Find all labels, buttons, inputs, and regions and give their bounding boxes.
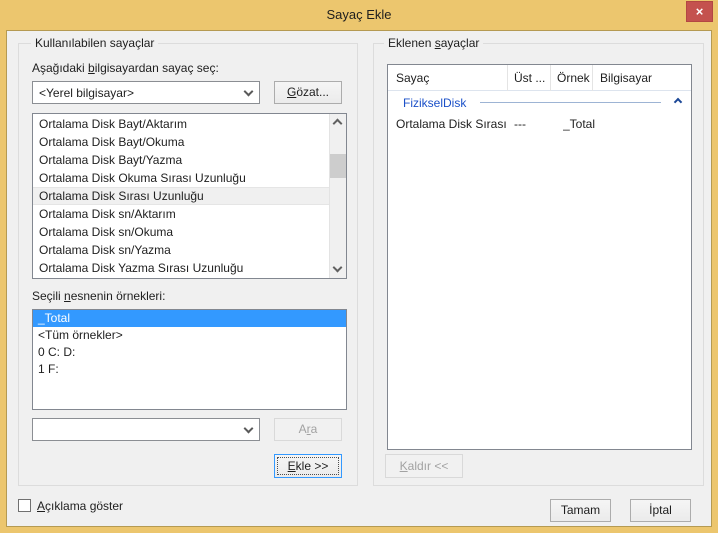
group-name[interactable]: FizikselDisk bbox=[403, 96, 466, 110]
instances-listbox[interactable]: _Total <Tüm örnekler> 0 C: D: 1 F: bbox=[32, 309, 347, 410]
scrollbar[interactable] bbox=[329, 114, 346, 278]
counter-listbox[interactable]: Ortalama Disk Bayt/Aktarım Ortalama Disk… bbox=[32, 113, 347, 279]
dialog-title: Sayaç Ekle bbox=[0, 7, 718, 22]
list-item[interactable]: Ortalama Disk Bayt/Okuma bbox=[33, 133, 329, 151]
table-group-row[interactable]: FizikselDisk bbox=[388, 91, 691, 115]
cell-counter: Ortalama Disk Sırası ... bbox=[396, 117, 506, 131]
titlebar[interactable]: Sayaç Ekle × bbox=[0, 0, 718, 30]
ok-button[interactable]: Tamam bbox=[550, 499, 611, 522]
chevron-down-icon[interactable] bbox=[240, 82, 259, 103]
list-item-selected[interactable]: _Total bbox=[33, 310, 346, 327]
close-button[interactable]: × bbox=[686, 1, 713, 22]
list-item[interactable]: Ortalama Disk Yazma Sırası Uzunluğu bbox=[33, 259, 329, 277]
instances-label: Seçili nesnenin örnekleri: bbox=[32, 289, 165, 303]
column-header-parent[interactable]: Üst ... bbox=[508, 65, 551, 91]
added-counters-group: Eklenen sayaçlar Sayaç Üst ... Örnek Bil… bbox=[373, 43, 704, 486]
show-description-checkbox[interactable] bbox=[18, 499, 31, 512]
instance-search-combobox[interactable] bbox=[32, 418, 260, 441]
list-item[interactable]: Ortalama Disk Bayt/Yazma bbox=[33, 151, 329, 169]
table-row[interactable]: Ortalama Disk Sırası ... --- _Total bbox=[388, 115, 691, 135]
added-counters-table[interactable]: Sayaç Üst ... Örnek Bilgisayar FizikselD… bbox=[387, 64, 692, 450]
list-item[interactable]: <Tüm örnekler> bbox=[33, 327, 346, 344]
remove-button-label: Kaldır << bbox=[400, 455, 449, 477]
scrollbar-thumb[interactable] bbox=[330, 154, 347, 178]
cell-parent: --- bbox=[514, 117, 550, 131]
list-item[interactable]: 1 F: bbox=[33, 361, 346, 378]
column-header-computer[interactable]: Bilgisayar bbox=[593, 65, 692, 91]
list-item[interactable]: Ortalama Disk sn/Yazma bbox=[33, 241, 329, 259]
column-header-counter[interactable]: Sayaç bbox=[388, 65, 508, 91]
cancel-button[interactable]: İptal bbox=[630, 499, 691, 522]
chevron-down-icon[interactable] bbox=[240, 419, 259, 440]
group-divider bbox=[480, 102, 661, 103]
computer-combobox-value: <Yerel bilgisayar> bbox=[39, 86, 134, 100]
table-header-row: Sayaç Üst ... Örnek Bilgisayar bbox=[388, 65, 691, 91]
list-item[interactable]: 0 C: D: bbox=[33, 344, 346, 361]
available-counters-group-label: Kullanılabilen sayaçlar bbox=[31, 36, 158, 50]
added-counters-group-label: Eklenen sayaçlar bbox=[384, 36, 483, 50]
list-item[interactable]: Ortalama Disk sn/Okuma bbox=[33, 223, 329, 241]
close-icon: × bbox=[696, 4, 704, 19]
column-header-instance[interactable]: Örnek bbox=[551, 65, 593, 91]
scroll-up-icon[interactable] bbox=[330, 114, 347, 131]
add-button[interactable]: Ekle >> bbox=[274, 454, 342, 478]
available-counters-group: Kullanılabilen sayaçlar Aşağıdaki bilgis… bbox=[18, 43, 358, 486]
list-item[interactable]: Ortalama Disk Bayt/Aktarım bbox=[33, 115, 329, 133]
cell-instance: _Total bbox=[563, 117, 623, 131]
remove-button: Kaldır << bbox=[385, 454, 463, 478]
list-item[interactable]: Ortalama Disk Okuma Sırası Uzunluğu bbox=[33, 169, 329, 187]
search-button: Ara bbox=[274, 418, 342, 441]
show-description-label[interactable]: Açıklama göster bbox=[37, 499, 123, 513]
browse-button-label: Gözat... bbox=[287, 82, 329, 103]
list-item[interactable]: Ortalama Disk sn/Aktarım bbox=[33, 205, 329, 223]
computer-combobox[interactable]: <Yerel bilgisayar> bbox=[32, 81, 260, 104]
search-button-label: Ara bbox=[299, 419, 318, 440]
browse-button[interactable]: Gözat... bbox=[274, 81, 342, 104]
add-button-label: Ekle >> bbox=[288, 455, 329, 477]
dialog-body: Kullanılabilen sayaçlar Aşağıdaki bilgis… bbox=[6, 30, 712, 527]
select-computer-label: Aşağıdaki bilgisayardan sayaç seç: bbox=[32, 61, 219, 75]
cancel-button-label: İptal bbox=[649, 500, 672, 521]
list-item-selected[interactable]: Ortalama Disk Sırası Uzunluğu bbox=[33, 187, 329, 205]
add-counter-dialog: Sayaç Ekle × Kullanılabilen sayaçlar Aşa… bbox=[0, 0, 718, 533]
collapse-icon[interactable] bbox=[674, 98, 682, 106]
scroll-down-icon[interactable] bbox=[330, 261, 347, 278]
ok-button-label: Tamam bbox=[561, 500, 600, 521]
